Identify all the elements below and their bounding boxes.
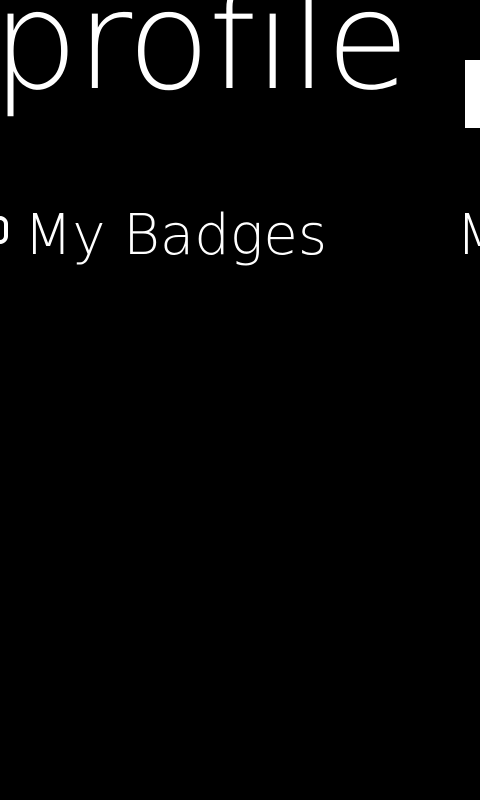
panorama-title: profile <box>0 0 410 121</box>
app-screen: profile My Badges M <box>0 0 480 800</box>
pivot-previous-item-fragment[interactable] <box>0 216 8 244</box>
title-overflow-glyph <box>465 60 480 128</box>
pivot-header-strip: My Badges M <box>0 196 480 276</box>
pivot-next-item[interactable]: M <box>456 196 480 276</box>
pivot-item-my-badges[interactable]: My Badges <box>24 196 327 276</box>
